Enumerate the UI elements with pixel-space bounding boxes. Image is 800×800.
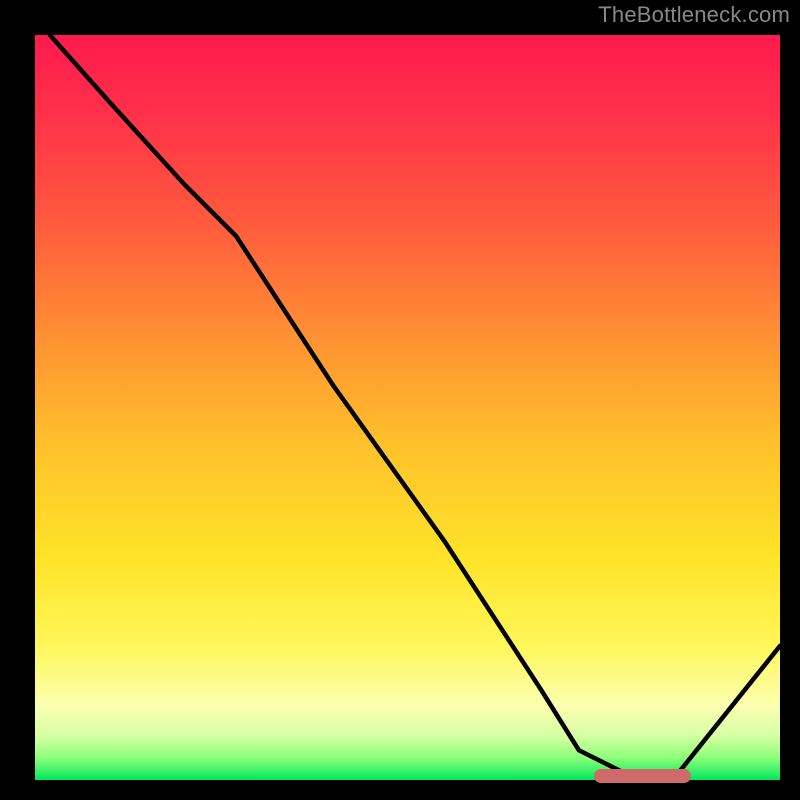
bottleneck-curve (35, 35, 780, 780)
attribution-label: TheBottleneck.com (598, 2, 790, 28)
optimal-range-marker (594, 769, 691, 783)
plot-area (35, 35, 780, 780)
chart-stage: TheBottleneck.com (0, 0, 800, 800)
